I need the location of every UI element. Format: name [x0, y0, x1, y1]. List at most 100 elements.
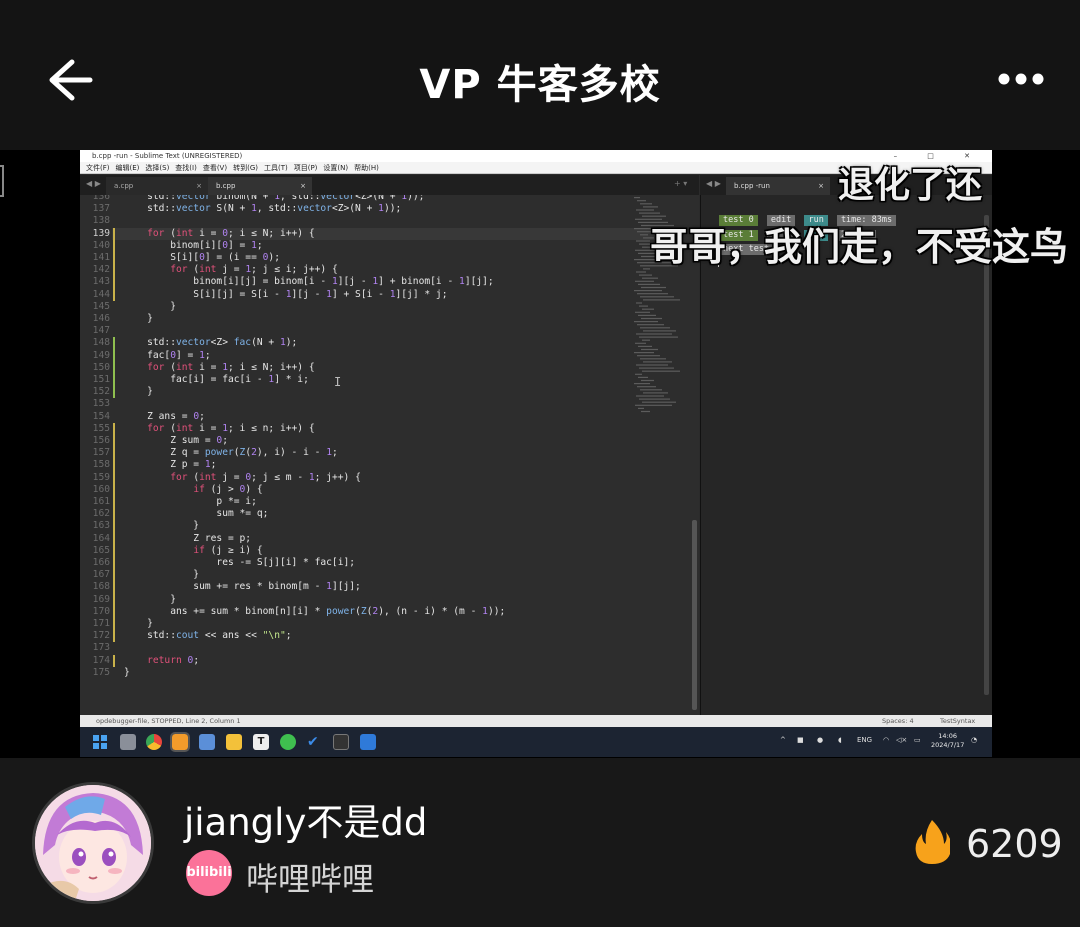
folder-icon[interactable] [226, 734, 242, 750]
task-view-icon[interactable] [120, 734, 136, 750]
tab-overflow-icon[interactable]: + ▾ [674, 179, 687, 188]
uploader-name[interactable]: jiangly不是dd [184, 792, 427, 846]
minimap-line [641, 379, 654, 382]
menu-item[interactable]: 帮助(H) [354, 164, 379, 172]
code-line[interactable]: 169 } [80, 593, 699, 606]
code-line[interactable]: 174 return 0; [80, 654, 699, 667]
diff-marker [113, 520, 115, 533]
tray-app-icon-2[interactable]: ● [817, 736, 823, 744]
close-icon[interactable]: × [196, 177, 202, 195]
code-line[interactable]: 171 } [80, 618, 699, 631]
code-line[interactable]: 150 for (int i = 1; i ≤ N; i++) { [80, 361, 699, 374]
system-clock[interactable]: 14:06 2024/7/17 [931, 732, 964, 750]
chrome-icon[interactable] [146, 734, 162, 750]
editor-scrollbar[interactable] [692, 520, 697, 710]
tab-nav-arrows[interactable]: ◀ ▶ [706, 179, 721, 188]
code-line[interactable]: 175} [80, 667, 699, 679]
code-line[interactable]: 173 [80, 642, 699, 654]
indent-setting[interactable]: Spaces: 4 [882, 715, 914, 727]
typora-icon[interactable]: T [253, 734, 269, 750]
code-line[interactable]: 162 sum *= q; [80, 508, 699, 521]
code-line[interactable]: 141 S[i][0] = (i == 0); [80, 252, 699, 265]
code-line[interactable]: 145 } [80, 301, 699, 313]
code-line[interactable]: 139 for (int i = 0; i ≤ N; i++) { [80, 227, 699, 240]
microphone-icon[interactable]: ◖ [838, 736, 842, 744]
code-text: } [124, 300, 176, 312]
wechat-icon[interactable] [280, 734, 296, 750]
close-icon[interactable]: × [300, 177, 306, 195]
code-line[interactable]: 140 binom[i][0] = 1; [80, 239, 699, 252]
code-line[interactable]: 156 Z sum = 0; [80, 435, 699, 448]
menu-item[interactable]: 设置(N) [323, 164, 348, 172]
code-editor[interactable]: 136 std::vector binom(N + 1, std::vector… [80, 195, 699, 715]
code-line[interactable]: 149 fac[0] = 1; [80, 349, 699, 362]
notification-icon[interactable]: ◔ [971, 736, 977, 744]
todo-check-icon[interactable]: ✔ [307, 734, 323, 750]
store-icon[interactable] [199, 734, 215, 750]
avatar[interactable] [32, 782, 154, 904]
menu-item[interactable]: 项目(P) [294, 164, 318, 172]
menu-item[interactable]: 工具(T) [264, 164, 288, 172]
code-line[interactable]: 170 ans += sum * binom[n][i] * power(Z(2… [80, 605, 699, 618]
code-line[interactable]: 160 if (j > 0) { [80, 483, 699, 496]
tab-nav-arrows[interactable]: ◀ ▶ [86, 179, 101, 188]
code-line[interactable]: 157 Z q = power(Z(2), i) - i - 1; [80, 447, 699, 460]
code-line[interactable]: 144 S[i][j] = S[i - 1][j - 1] + S[i - 1]… [80, 288, 699, 301]
terminal-icon[interactable] [333, 734, 349, 750]
side-handle[interactable] [0, 165, 4, 197]
code-line[interactable]: 146 } [80, 313, 699, 325]
code-line[interactable]: 158 Z p = 1; [80, 459, 699, 472]
code-line[interactable]: 152 } [80, 386, 699, 399]
tray-app-icon[interactable]: ■ [797, 736, 804, 744]
menu-item[interactable]: 转到(G) [233, 164, 258, 172]
code-line[interactable]: 165 if (j ≥ i) { [80, 544, 699, 557]
tab-run-panel[interactable]: b.cpp -run × [726, 177, 830, 195]
code-line[interactable]: 147 [80, 325, 699, 337]
windows-start-icon[interactable] [92, 734, 108, 750]
code-line[interactable]: 164 Z res = p; [80, 532, 699, 545]
code-line[interactable]: 137 std::vector S(N + 1, std::vector<Z>(… [80, 203, 699, 215]
video-player[interactable]: b.cpp -run - Sublime Text (UNREGISTERED)… [0, 150, 1080, 758]
code-text: S[i][j] = S[i - 1][j - 1] + S[i - 1][j] … [124, 288, 448, 300]
menu-item[interactable]: 查看(V) [203, 164, 227, 172]
code-line[interactable]: 136 std::vector binom(N + 1, std::vector… [80, 195, 699, 203]
minimap-line [634, 352, 654, 354]
diff-marker [113, 288, 115, 301]
menu-item[interactable]: 选择(S) [145, 164, 169, 172]
code-line[interactable]: 172 std::cout << ans << "\n"; [80, 630, 699, 643]
code-line[interactable]: 161 p *= i; [80, 496, 699, 509]
code-line[interactable]: 153 [80, 398, 699, 410]
code-line[interactable]: 163 } [80, 520, 699, 533]
code-line[interactable]: 167 } [80, 569, 699, 582]
code-text: sum += res * binom[m - 1][j]; [124, 581, 361, 593]
tray-chevron-icon[interactable]: ^ [780, 736, 786, 744]
code-line[interactable]: 143 binom[i][j] = binom[i - 1][j - 1] + … [80, 276, 699, 289]
close-icon[interactable]: × [818, 177, 824, 195]
code-line[interactable]: 154 Z ans = 0; [80, 411, 699, 423]
code-line[interactable]: 166 res -= S[j][i] * fac[i]; [80, 557, 699, 570]
code-line[interactable]: 148 std::vector<Z> fac(N + 1); [80, 337, 699, 350]
diff-marker [113, 276, 115, 289]
volume-icon[interactable]: ◁× [896, 736, 907, 744]
syntax-setting[interactable]: TestSyntax [940, 715, 975, 727]
menu-item[interactable]: 编辑(E) [116, 164, 140, 172]
code-line[interactable]: 142 for (int j = 1; j ≤ i; j++) { [80, 264, 699, 277]
panel-scrollbar[interactable] [984, 215, 989, 695]
mail-icon[interactable] [360, 734, 376, 750]
menu-item[interactable]: 查找(I) [175, 164, 197, 172]
code-line[interactable]: 155 for (int i = 1; i ≤ n; i++) { [80, 422, 699, 435]
menu-item[interactable]: 文件(F) [86, 164, 110, 172]
battery-icon[interactable]: ▭ [914, 736, 921, 744]
code-line[interactable]: 151 fac[i] = fac[i - 1] * i; [80, 374, 699, 387]
input-language[interactable]: ENG [857, 736, 872, 744]
sublime-text-icon[interactable] [170, 732, 190, 752]
heat-count: 6209 [966, 822, 1063, 866]
line-number: 142 [92, 264, 110, 276]
wifi-icon[interactable]: ◠ [883, 736, 889, 744]
code-line[interactable]: 168 sum += res * binom[m - 1][j]; [80, 581, 699, 594]
code-line[interactable]: 159 for (int j = 0; j ≤ m - 1; j++) { [80, 471, 699, 484]
tab-a-cpp[interactable]: a.cpp × [106, 177, 208, 195]
more-dots-icon[interactable] [996, 64, 1046, 94]
code-line[interactable]: 138 [80, 215, 699, 227]
tab-b-cpp[interactable]: b.cpp × [208, 177, 312, 195]
